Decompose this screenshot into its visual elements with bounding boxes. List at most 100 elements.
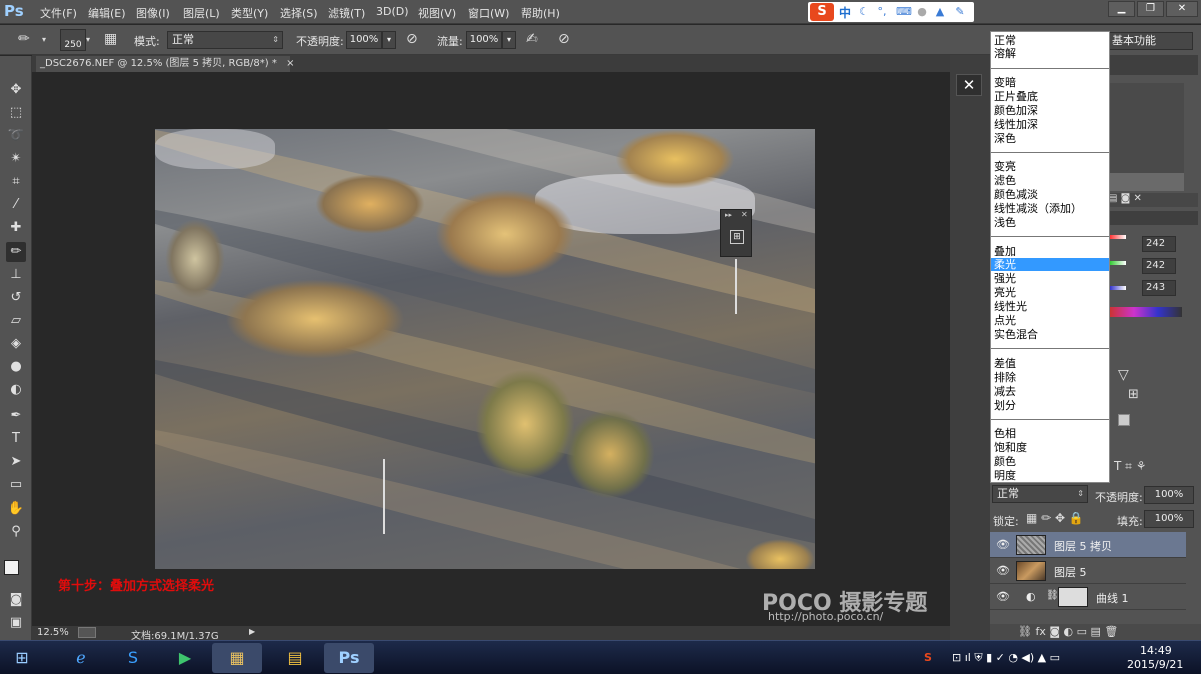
- layer-row[interactable]: 👁 图层 5: [990, 558, 1186, 584]
- chain-link-icon[interactable]: ⛓: [1046, 590, 1059, 601]
- pressure-size-icon[interactable]: ⊘: [558, 31, 570, 47]
- clock-date[interactable]: 2015/9/21: [1127, 658, 1183, 671]
- menu-layer[interactable]: 图层(L): [183, 5, 220, 21]
- blend-lighter-color[interactable]: 浅色: [994, 216, 1016, 229]
- lasso-tool-icon[interactable]: ➰: [6, 126, 26, 146]
- adjustment-square-icon[interactable]: [1118, 414, 1130, 426]
- airbrush-icon[interactable]: ✍: [526, 31, 538, 47]
- red-slider[interactable]: [1110, 235, 1126, 239]
- punctuation-icon[interactable]: °,: [876, 6, 888, 18]
- blue-slider[interactable]: [1110, 286, 1126, 290]
- blend-screen[interactable]: 滤色: [994, 174, 1016, 187]
- blend-lighten[interactable]: 变亮: [994, 160, 1016, 173]
- sogou-logo[interactable]: S: [810, 3, 834, 21]
- history-selected-row[interactable]: [1108, 173, 1184, 191]
- floating-mini-panel[interactable]: ▸▸ ✕ ⊞: [720, 209, 752, 257]
- eye-icon[interactable]: 👁: [996, 564, 1010, 577]
- red-value[interactable]: 242: [1142, 236, 1176, 252]
- flow-input[interactable]: 100%: [466, 31, 502, 49]
- blend-hue[interactable]: 色相: [994, 427, 1016, 440]
- ime-toolbar[interactable]: S 中 ☾ °, ⌨ ● ▲ ✎: [808, 2, 974, 22]
- moon-icon[interactable]: ☾: [858, 6, 870, 18]
- layer-name[interactable]: 曲线 1: [1096, 590, 1129, 606]
- opacity-input[interactable]: 100%: [346, 31, 382, 49]
- workspace-switcher[interactable]: 基本功能: [1108, 32, 1193, 50]
- start-button[interactable]: ⊞: [2, 643, 42, 673]
- eraser-tool-icon[interactable]: ▱: [6, 311, 26, 331]
- panel-properties-icon[interactable]: ⊞: [730, 230, 744, 244]
- blend-color-burn[interactable]: 颜色加深: [994, 104, 1038, 117]
- panel-collapse-icon[interactable]: ▸▸: [725, 211, 732, 219]
- clock-time[interactable]: 14:49: [1140, 644, 1172, 657]
- blend-color[interactable]: 颜色: [994, 455, 1016, 468]
- layer-opacity-input[interactable]: 100%: [1144, 486, 1194, 504]
- brush-panel-icon[interactable]: ▦: [104, 31, 117, 47]
- menu-help[interactable]: 帮助(H): [521, 5, 560, 21]
- lock-icons[interactable]: ▦ ✏ ✥ 🔒: [1026, 511, 1084, 525]
- panel-close-icon[interactable]: ✕: [741, 210, 748, 219]
- brush-size-picker[interactable]: 250: [60, 29, 86, 51]
- blend-luminosity[interactable]: 明度: [994, 469, 1016, 482]
- landscape-photo[interactable]: [155, 129, 815, 569]
- blend-difference[interactable]: 差值: [994, 357, 1016, 370]
- eye-icon[interactable]: 👁: [996, 590, 1010, 603]
- document-tab[interactable]: _DSC2676.NEF @ 12.5% (图层 5 拷贝, RGB/8*) *…: [36, 56, 294, 72]
- restore-button[interactable]: ❐: [1137, 1, 1164, 17]
- tool-preset-arrow-icon[interactable]: ▾: [42, 35, 46, 44]
- layer-blend-mode-select[interactable]: 正常 ⇕: [992, 485, 1088, 503]
- layers-footer-icons[interactable]: ⛓ fx ◙ ◐ ▭ ▤ 🗑: [1018, 625, 1118, 638]
- color-ramp[interactable]: [1110, 307, 1182, 317]
- menu-image[interactable]: 图像(I): [136, 5, 170, 21]
- blend-linear-light[interactable]: 线性光: [994, 300, 1027, 313]
- status-toggle-icon[interactable]: [78, 627, 96, 638]
- mode-select[interactable]: 正常 ⇕: [167, 31, 283, 49]
- opacity-dropdown-icon[interactable]: ▾: [382, 31, 396, 49]
- pressure-opacity-icon[interactable]: ⊘: [406, 31, 418, 47]
- close-panel-button[interactable]: ✕: [956, 74, 982, 96]
- clone-stamp-tool-icon[interactable]: ⊥: [6, 265, 26, 285]
- blur-tool-icon[interactable]: ●: [6, 357, 26, 377]
- dodge-tool-icon[interactable]: ◐: [6, 380, 26, 400]
- blend-linear-burn[interactable]: 线性加深: [994, 118, 1038, 131]
- blend-saturation[interactable]: 饱和度: [994, 441, 1027, 454]
- media-player-icon[interactable]: ▶: [160, 643, 210, 673]
- menu-3d[interactable]: 3D(D): [376, 5, 409, 18]
- zoom-level[interactable]: 12.5%: [37, 627, 69, 638]
- eye-icon[interactable]: 👁: [996, 538, 1010, 551]
- brush-picker-arrow-icon[interactable]: ▾: [86, 35, 90, 44]
- quick-mask-icon[interactable]: ◙: [6, 590, 26, 610]
- blend-exclusion[interactable]: 排除: [994, 371, 1016, 384]
- pen-tool-icon[interactable]: ✒: [6, 406, 26, 426]
- hand-tool-icon[interactable]: ✋: [6, 499, 26, 519]
- layer-filter-icons[interactable]: T ⌗ ⚘: [1114, 459, 1146, 474]
- menu-window[interactable]: 窗口(W): [468, 5, 509, 21]
- blend-normal[interactable]: 正常: [994, 34, 1016, 47]
- blend-pin-light[interactable]: 点光: [994, 314, 1016, 327]
- brush-tool-icon[interactable]: ✏: [18, 31, 30, 47]
- blend-subtract[interactable]: 减去: [994, 385, 1016, 398]
- green-slider[interactable]: [1110, 261, 1126, 265]
- marquee-tool-icon[interactable]: ⬚: [6, 103, 26, 123]
- adjustment-grid-icon[interactable]: ⊞: [1128, 387, 1139, 402]
- ime-mode[interactable]: 中: [839, 4, 851, 21]
- file-explorer-icon[interactable]: ▤: [270, 643, 320, 673]
- paint-bucket-tool-icon[interactable]: ◈: [6, 334, 26, 354]
- brush-tool-active-icon[interactable]: ✏: [6, 242, 26, 262]
- flow-dropdown-icon[interactable]: ▾: [502, 31, 516, 49]
- menu-type[interactable]: 类型(Y): [231, 5, 268, 21]
- status-menu-arrow-icon[interactable]: ▶: [249, 627, 255, 636]
- screen-mode-icon[interactable]: ▣: [6, 613, 26, 633]
- blend-linear-dodge[interactable]: 线性减淡（添加）: [994, 202, 1082, 215]
- shirt-icon[interactable]: ▲: [934, 6, 946, 18]
- wrench-icon[interactable]: ✎: [954, 6, 966, 18]
- blend-divide[interactable]: 划分: [994, 399, 1016, 412]
- type-tool-icon[interactable]: T: [6, 429, 26, 449]
- zoom-tool-icon[interactable]: ⚲: [6, 522, 26, 542]
- blend-multiply[interactable]: 正片叠底: [994, 90, 1038, 103]
- layer-row[interactable]: 👁 图层 5 拷贝: [990, 532, 1186, 558]
- photoshop-taskbar-icon[interactable]: Ps: [324, 643, 374, 673]
- blend-color-dodge[interactable]: 颜色减淡: [994, 188, 1038, 201]
- blend-mode-dropdown[interactable]: 正常 溶解 变暗 正片叠底 颜色加深 线性加深 深色 变亮 滤色 颜色减淡 线性…: [990, 31, 1110, 483]
- menu-file[interactable]: 文件(F): [40, 5, 77, 21]
- eyedropper-tool-icon[interactable]: ⁄: [6, 195, 26, 215]
